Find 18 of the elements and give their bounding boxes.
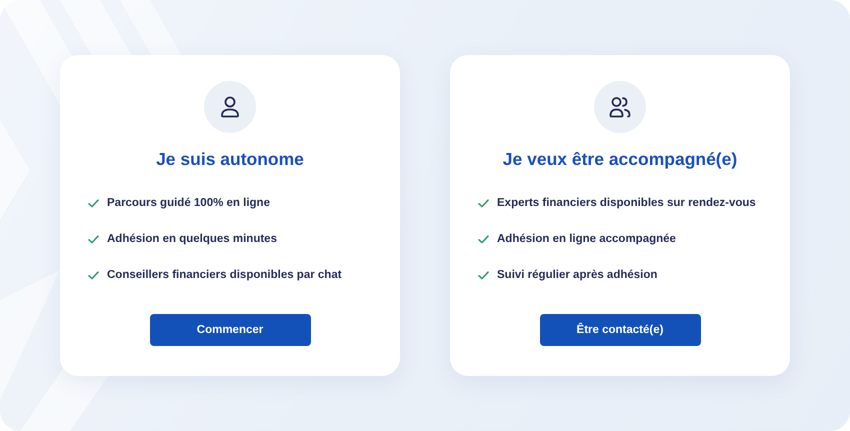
users-icon (609, 96, 631, 118)
action-button[interactable]: Commencer (150, 314, 310, 346)
check-icon (478, 234, 489, 244)
feature-text: Adhésion en quelques minutes (107, 233, 277, 245)
action-button[interactable]: Être contacté(e) (540, 314, 700, 346)
feature-text: Conseillers financiers disponibles par chat (107, 269, 342, 281)
check-icon (478, 270, 489, 280)
check-icon (88, 198, 99, 208)
check-icon (88, 234, 99, 244)
feature-text: Experts financiers disponibles sur rendez-vous (497, 197, 756, 209)
feature-text: Suivi régulier après adhésion (497, 269, 658, 281)
check-icon (478, 198, 489, 208)
feature-text: Adhésion en ligne accompagnée (497, 233, 676, 245)
card-title: Je veux être accompagné(e) (502, 148, 738, 171)
user-icon (220, 96, 240, 118)
card-title: Je suis autonome (156, 148, 304, 171)
feature-text: Parcours guidé 100% en ligne (107, 197, 270, 209)
check-icon (88, 270, 99, 280)
